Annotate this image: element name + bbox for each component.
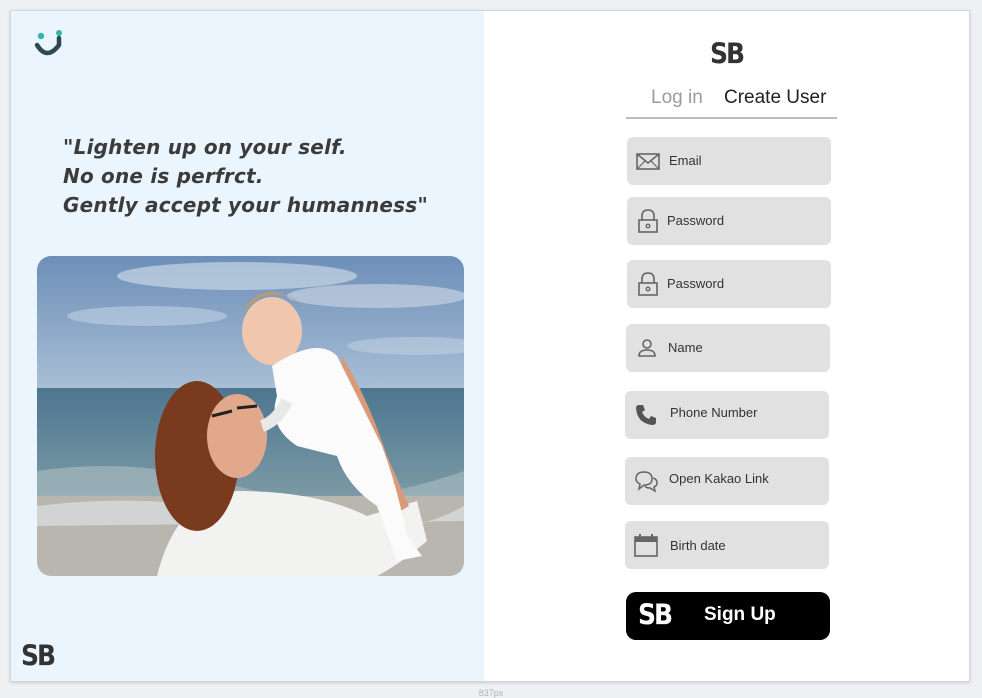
inspirational-quote: "Lighten up on your self. No one is perf… [63,133,483,220]
left-panel: "Lighten up on your self. No one is perf… [11,11,484,681]
person-icon [638,339,656,357]
quote-line-3: Gently accept your humanness" [63,193,428,217]
sign-up-label: Sign Up [704,604,776,625]
bottom-brand-mark: SB [21,638,56,673]
birth-date-placeholder: Birth date [670,538,726,553]
form-brand-title: SB [709,36,745,71]
tab-create-user[interactable]: Create User [724,87,826,109]
mother-and-baby-beach-photo [37,256,464,576]
lock-icon [638,272,658,296]
password-placeholder: Password [667,213,725,228]
canvas-width-note: 837px [478,688,504,698]
chat-icon [635,471,658,493]
email-field[interactable]: Email [627,137,831,185]
tab-login[interactable]: Log in [651,87,703,109]
phone-number-field[interactable]: Phone Number [625,391,829,439]
sign-up-button[interactable]: SB Sign Up [626,592,830,640]
lock-icon [638,209,658,233]
password-confirm-placeholder: Password [667,276,725,291]
kakao-link-placeholder: Open Kakao Link [669,471,769,486]
name-field[interactable]: Name [626,324,830,372]
kakao-link-field[interactable]: Open Kakao Link [625,457,829,505]
phone-number-placeholder: Phone Number [670,405,758,420]
password-field[interactable]: Password [627,197,831,245]
auth-tabs: Log in Create User [626,85,837,119]
smile-logo-icon[interactable] [31,25,67,61]
birth-date-field[interactable]: Birth date [625,521,829,569]
name-placeholder: Name [668,340,703,355]
phone-icon [636,405,656,425]
quote-line-2: No one is perfrct. [63,164,264,188]
email-placeholder: Email [669,153,702,168]
password-confirm-field[interactable]: Password [627,260,831,308]
signup-panel: SB Log in Create User Email Password Pas… [484,11,969,681]
sign-up-brand-mark: SB [638,597,673,632]
quote-line-1: "Lighten up on your self. [63,135,347,159]
calendar-icon [634,534,658,557]
page-frame: "Lighten up on your self. No one is perf… [10,10,970,682]
envelope-icon [636,153,660,170]
